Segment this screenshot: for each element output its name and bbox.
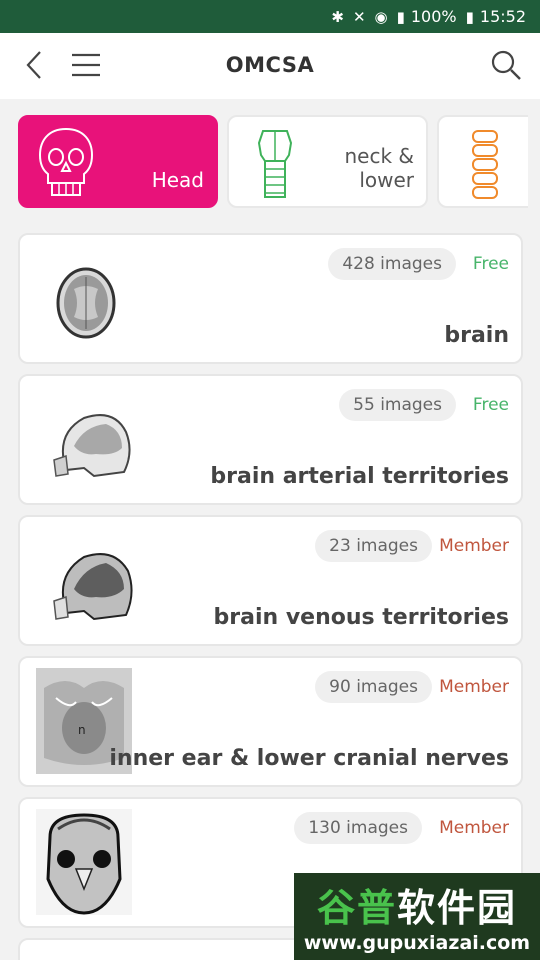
- access-badge: Member: [439, 536, 509, 556]
- sagittal-brain-venous-icon: [53, 553, 133, 621]
- image-count-badge: 428 images: [328, 248, 456, 280]
- access-badge: Free: [472, 254, 509, 274]
- app-bar: OMCSA: [0, 33, 540, 99]
- image-count-badge: 23 images: [315, 530, 432, 562]
- category-label-neck-line1: neck &: [344, 144, 414, 168]
- access-badge: Member: [439, 818, 509, 838]
- topic-title: brain: [444, 323, 509, 348]
- battery-icon: ▮: [465, 7, 474, 26]
- signal-icon: ▮: [396, 7, 405, 26]
- category-neck[interactable]: neck & lower: [227, 115, 428, 208]
- list-item[interactable]: 428 images Free brain: [18, 233, 523, 364]
- list-item[interactable]: n 90 images Member inner ear & lower cra…: [18, 656, 523, 787]
- watermark-brand: 谷普: [316, 886, 397, 930]
- battery-level: 100%: [410, 7, 457, 26]
- topic-title: inner ear & lower cranial nerves: [109, 746, 509, 771]
- category-head[interactable]: Head: [18, 115, 218, 208]
- category-label-neck: neck & lower: [344, 144, 414, 192]
- search-icon: [491, 50, 521, 80]
- axial-brain-mri-icon: [56, 267, 116, 339]
- topic-title: brain venous territories: [213, 605, 509, 630]
- status-bar: ✱ ✕ ◉ ▮ 100% ▮ 15:52: [0, 0, 540, 33]
- image-count-badge: 90 images: [315, 671, 432, 703]
- watermark-url: www.gupuxiazai.com: [303, 932, 531, 954]
- watermark-rest: 软件园: [397, 886, 518, 930]
- category-label-head: Head: [151, 168, 204, 192]
- image-count-badge: 55 images: [339, 389, 456, 421]
- category-strip[interactable]: Head neck & lower: [18, 115, 528, 208]
- clock: 15:52: [479, 7, 526, 26]
- access-badge: Member: [439, 677, 509, 697]
- access-badge: Free: [472, 395, 509, 415]
- skull-icon: [38, 127, 94, 196]
- mute-icon: ✕: [352, 7, 366, 26]
- watermark-title: 谷普软件园: [294, 877, 540, 932]
- search-button[interactable]: [488, 47, 524, 83]
- trachea-icon: [257, 130, 293, 198]
- bluetooth-icon: ✱: [331, 7, 344, 26]
- sagittal-brain-arterial-icon: [53, 414, 131, 478]
- list-item[interactable]: 23 images Member brain venous territorie…: [18, 515, 523, 646]
- category-spine[interactable]: [437, 115, 528, 208]
- image-count-badge: 130 images: [294, 812, 422, 844]
- list-item[interactable]: 55 images Free brain arterial territorie…: [18, 374, 523, 505]
- page-title: OMCSA: [225, 53, 315, 77]
- watermark-overlay: 谷普软件园 www.gupuxiazai.com: [294, 873, 540, 960]
- topic-title: brain arterial territories: [210, 464, 509, 489]
- svg-text:n: n: [78, 723, 86, 737]
- coronal-orbit-ct-icon: [36, 809, 132, 915]
- category-label-neck-line2: lower: [359, 168, 414, 192]
- wifi-icon: ◉: [374, 7, 388, 26]
- spine-icon: [472, 130, 498, 199]
